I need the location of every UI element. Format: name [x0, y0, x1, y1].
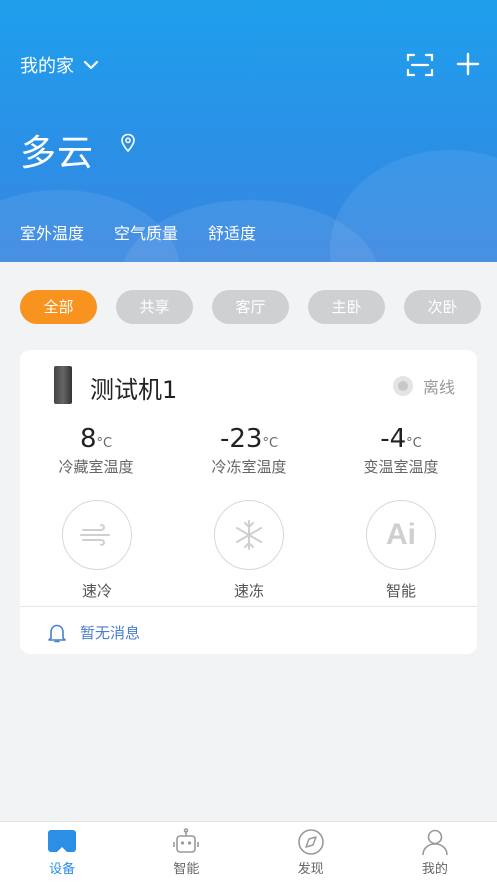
message-row[interactable]: 暂无消息: [48, 622, 140, 643]
nav-tab-discover[interactable]: 发现: [249, 822, 373, 883]
filter-chip-second-bedroom[interactable]: 次卧: [404, 290, 481, 324]
ai-icon: Ai: [386, 518, 416, 551]
offline-status-icon: [392, 376, 413, 396]
nav-label: 设备: [49, 862, 76, 877]
filter-chip-living-room[interactable]: 客厅: [212, 290, 289, 324]
robot-icon: [173, 828, 200, 853]
weather-metrics: 室外温度 空气质量 舒适度: [20, 220, 286, 244]
temp-label: 冷冻室温度: [211, 458, 287, 476]
temp-label: 冷藏室温度: [58, 458, 134, 476]
temp-label: 变温室温度: [363, 458, 439, 476]
temp-value: 8: [79, 424, 97, 454]
device-status: 离线: [392, 374, 455, 398]
nav-tab-profile[interactable]: 我的: [373, 822, 497, 883]
bell-icon: [48, 624, 66, 642]
nav-label: 智能: [173, 862, 200, 877]
cloud-decoration: [330, 150, 497, 262]
snowflake-icon: [235, 520, 263, 550]
air-quality-label: 空气质量: [114, 224, 179, 243]
device-status-label: 离线: [422, 378, 455, 397]
quick-cool-button[interactable]: [62, 500, 132, 570]
chevron-down-icon: [83, 60, 99, 70]
temp-unit: °C: [262, 436, 279, 451]
quick-cool-mode[interactable]: 速冷: [22, 500, 172, 601]
temp-value: -4: [380, 424, 407, 454]
quick-freeze-button[interactable]: [214, 500, 284, 570]
room-filter-bar: 全部 共享 客厅 主卧 次卧: [20, 290, 481, 324]
mode-label: 智能: [385, 582, 416, 600]
weather-header: 我的家 多云 室外温度 空气质量 舒适度: [0, 0, 497, 262]
outdoor-temp-label: 室外温度: [20, 224, 85, 243]
variable-temp: -4°C 变温室温度: [326, 424, 476, 477]
weather-condition: 多云: [20, 133, 95, 174]
device-card[interactable]: 测试机1 离线 8°C 冷藏室温度 -23°C 冷冻室温度 -4°C 变温室温度…: [20, 350, 477, 654]
device-name: 测试机1: [90, 376, 178, 404]
fridge-icon: [54, 366, 72, 404]
nav-label: 我的: [421, 862, 448, 877]
card-divider: [20, 606, 477, 607]
wind-icon: [80, 524, 110, 546]
mode-label: 速冷: [81, 582, 112, 600]
message-text: 暂无消息: [80, 624, 141, 642]
nav-tab-smart[interactable]: 智能: [124, 822, 248, 883]
add-icon[interactable]: [456, 52, 480, 76]
mode-label: 速冻: [233, 582, 264, 600]
scan-icon[interactable]: [406, 52, 434, 78]
fridge-temp: 8°C 冷藏室温度: [21, 424, 171, 477]
smart-mode[interactable]: Ai 智能: [326, 500, 476, 601]
bottom-nav: 设备 智能 发现 我的: [0, 821, 497, 883]
filter-chip-master-bedroom[interactable]: 主卧: [308, 290, 385, 324]
nav-tab-devices[interactable]: 设备: [0, 822, 124, 883]
user-icon: [422, 829, 448, 856]
temp-unit: °C: [406, 436, 422, 451]
filter-chip-shared[interactable]: 共享: [116, 290, 193, 324]
home-selector[interactable]: 我的家: [20, 52, 100, 78]
comfort-label: 舒适度: [208, 224, 257, 243]
smart-mode-button[interactable]: Ai: [366, 500, 436, 570]
temp-value: -23: [219, 424, 263, 454]
compass-icon: [297, 829, 324, 855]
home-selector-label: 我的家: [20, 56, 74, 77]
filter-chip-all[interactable]: 全部: [20, 290, 97, 324]
location-pin-icon[interactable]: [120, 133, 136, 153]
temp-unit: °C: [96, 436, 113, 451]
freezer-temp: -23°C 冷冻室温度: [174, 424, 324, 477]
quick-freeze-mode[interactable]: 速冻: [174, 500, 324, 601]
nav-label: 发现: [297, 862, 324, 877]
device-icon: [48, 830, 77, 852]
